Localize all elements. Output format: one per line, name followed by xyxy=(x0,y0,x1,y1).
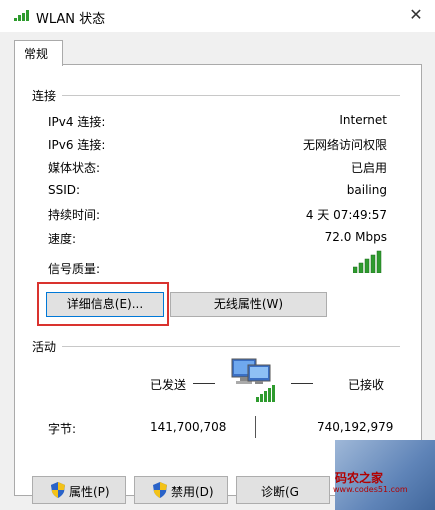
ssid-label: SSID: xyxy=(48,183,81,197)
media-state-label: 媒体状态: xyxy=(48,161,101,175)
duration-label: 持续时间: xyxy=(48,208,101,222)
sent-line xyxy=(193,383,215,384)
connection-divider xyxy=(62,95,400,96)
diagnose-button[interactable]: 诊断(G xyxy=(236,476,330,504)
close-icon: ✕ xyxy=(409,5,423,24)
ipv4-value: Internet xyxy=(339,113,387,127)
duration-value: 4 天 07:49:57 xyxy=(305,208,387,222)
tab-general-label: 常规 xyxy=(24,47,49,61)
bytes-received-value: 740,192,979 xyxy=(317,420,394,434)
bytes-label: 字节: xyxy=(48,422,77,436)
activity-section-label: 活动 xyxy=(32,340,57,354)
bytes-divider xyxy=(255,416,256,438)
wifi-signal-icon xyxy=(14,10,29,21)
details-button[interactable]: 详细信息(E)... xyxy=(46,292,164,317)
activity-divider xyxy=(62,346,400,347)
disable-button[interactable]: 禁用(D) xyxy=(134,476,228,504)
uac-shield-icon xyxy=(51,482,65,498)
ipv4-label: IPv4 连接: xyxy=(48,115,106,129)
connection-section-label: 连接 xyxy=(32,89,57,103)
received-label: 已接收 xyxy=(348,378,385,392)
media-state-value: 已启用 xyxy=(350,161,387,175)
signal-strength-icon xyxy=(353,250,382,273)
properties-button[interactable]: 属性(P) xyxy=(32,476,126,504)
window-title: WLAN 状态 xyxy=(36,12,106,27)
tab-general[interactable]: 常规 xyxy=(14,40,63,66)
uac-shield-icon xyxy=(153,482,167,498)
watermark-url: www.codes51.com xyxy=(333,485,408,494)
sent-label: 已发送 xyxy=(150,378,187,392)
close-button[interactable]: ✕ xyxy=(405,4,427,26)
speed-label: 速度: xyxy=(48,232,77,246)
wireless-properties-button[interactable]: 无线属性(W) xyxy=(170,292,327,317)
diagnose-button-label: 诊断(G xyxy=(261,485,299,499)
disable-button-label: 禁用(D) xyxy=(171,485,214,499)
ssid-value: bailing xyxy=(346,183,387,197)
watermark-title: 码农之家 xyxy=(335,471,384,485)
speed-value: 72.0 Mbps xyxy=(324,230,387,244)
properties-button-label: 属性(P) xyxy=(69,485,110,499)
network-computers-icon xyxy=(231,358,275,402)
bytes-sent-value: 141,700,708 xyxy=(150,420,227,434)
signal-quality-label: 信号质量: xyxy=(48,262,101,276)
ipv6-value: 无网络访问权限 xyxy=(302,138,387,152)
title-bar: WLAN 状态 ✕ xyxy=(0,0,435,32)
received-line xyxy=(291,383,313,384)
ipv6-label: IPv6 连接: xyxy=(48,138,106,152)
